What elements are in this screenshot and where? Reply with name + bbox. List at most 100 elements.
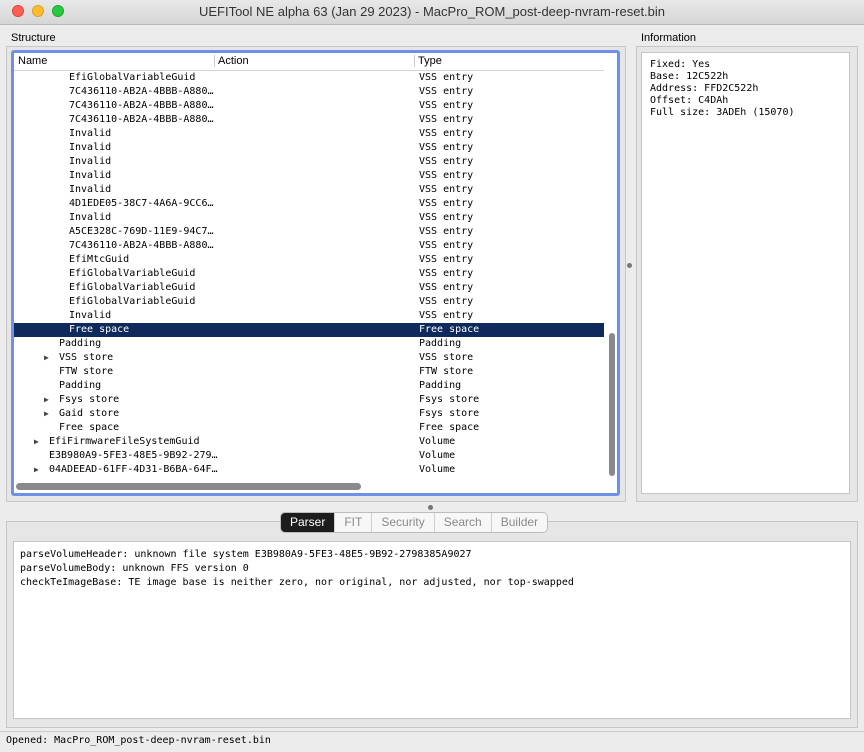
row-type: VSS entry [419, 240, 474, 251]
tree-row[interactable]: EfiMtcGuid VSS entry [14, 253, 604, 267]
structure-tree[interactable]: Name Action Type EfiGlobalVariableGuid VS… [11, 50, 620, 496]
tree-row-selected[interactable]: Free space Free space [14, 323, 604, 337]
tree-row[interactable]: 7C436110-AB2A-4BBB-A880… VSS entry [14, 113, 604, 127]
row-name: Fsys store [59, 394, 120, 405]
expand-arrow-icon[interactable]: ▶ [44, 351, 49, 365]
row-name: EfiGlobalVariableGuid [69, 72, 196, 83]
message-line[interactable]: parseVolumeBody: unknown FFS version 0 [20, 562, 574, 576]
row-type: VSS entry [419, 212, 474, 223]
tree-row[interactable]: 4D1EDE05-38C7-4A6A-9CC6… VSS entry [14, 197, 604, 211]
row-type: VSS entry [419, 310, 474, 321]
horizontal-scrollbar-thumb[interactable] [16, 483, 361, 490]
tab-builder[interactable]: Builder [490, 513, 547, 532]
row-name: Invalid [69, 310, 112, 321]
horizontal-splitter-handle[interactable] [428, 505, 433, 510]
column-header-type[interactable]: Type [418, 55, 442, 67]
vertical-splitter-handle[interactable] [627, 263, 632, 268]
tree-header: Name Action Type [14, 53, 604, 71]
tree-row[interactable]: FTW store FTW store [14, 365, 604, 379]
tree-row[interactable]: Invalid VSS entry [14, 155, 604, 169]
row-name: FTW store [59, 366, 114, 377]
tab-fit[interactable]: FIT [334, 513, 371, 532]
row-name: Invalid [69, 156, 112, 167]
expand-arrow-icon[interactable]: ▶ [44, 393, 49, 407]
title-bar: UEFITool NE alpha 63 (Jan 29 2023) - Mac… [0, 0, 864, 25]
row-name: Gaid store [59, 408, 120, 419]
row-type: VSS entry [419, 282, 474, 293]
parser-messages-list[interactable]: parseVolumeHeader: unknown file system E… [13, 541, 851, 719]
row-name: Invalid [69, 128, 112, 139]
messages: parseVolumeHeader: unknown file system E… [20, 548, 574, 590]
status-text: Opened: MacPro_ROM_post-deep-nvram-reset… [6, 735, 271, 746]
info-line: Base: 12C522h [650, 71, 729, 82]
message-tabs: Parser FIT Security Search Builder [280, 512, 549, 533]
row-type: VSS entry [419, 156, 474, 167]
tree-row[interactable]: Padding Padding [14, 337, 604, 351]
row-type: VSS entry [419, 296, 474, 307]
expand-arrow-icon[interactable]: ▶ [34, 435, 39, 449]
row-name: EfiFirmwareFileSystemGuid [49, 436, 200, 447]
tree-row[interactable]: 7C436110-AB2A-4BBB-A880… VSS entry [14, 239, 604, 253]
tree-row[interactable]: EfiGlobalVariableGuid VSS entry [14, 295, 604, 309]
tree-row[interactable]: 7C436110-AB2A-4BBB-A880… VSS entry [14, 99, 604, 113]
tree-row[interactable]: Invalid VSS entry [14, 309, 604, 323]
tree-row[interactable]: E3B980A9-5FE3-48E5-9B92-279… Volume [14, 449, 604, 463]
tab-search[interactable]: Search [433, 513, 491, 532]
tree-row[interactable]: EfiGlobalVariableGuid VSS entry [14, 281, 604, 295]
row-type: Fsys store [419, 394, 480, 405]
tab-parser[interactable]: Parser [281, 513, 335, 532]
expand-arrow-icon[interactable]: ▶ [44, 407, 49, 421]
tree-row[interactable]: A5CE328C-769D-11E9-94C7… VSS entry [14, 225, 604, 239]
tree-row[interactable]: EfiGlobalVariableGuid VSS entry [14, 71, 604, 85]
window-title: UEFITool NE alpha 63 (Jan 29 2023) - Mac… [198, 4, 666, 19]
vertical-scrollbar-thumb[interactable] [609, 333, 615, 476]
tree-row[interactable]: ▶ Gaid store Fsys store [14, 407, 604, 421]
tree-row[interactable]: Invalid VSS entry [14, 127, 604, 141]
row-type: VSS entry [419, 184, 474, 195]
tree-row[interactable]: Invalid VSS entry [14, 141, 604, 155]
row-type: Volume [419, 450, 456, 461]
row-name: Free space [59, 422, 120, 433]
row-name: Padding [59, 380, 102, 391]
row-name: EfiGlobalVariableGuid [69, 296, 196, 307]
tree-row[interactable]: Invalid VSS entry [14, 183, 604, 197]
row-name: 04ADEEAD-61FF-4D31-B6BA-64F… [49, 464, 218, 475]
row-type: Free space [419, 422, 480, 433]
status-bar: Opened: MacPro_ROM_post-deep-nvram-reset… [0, 731, 864, 752]
message-line[interactable]: parseVolumeHeader: unknown file system E… [20, 548, 574, 562]
tree-row[interactable]: ▶ Fsys store Fsys store [14, 393, 604, 407]
row-type: VSS entry [419, 142, 474, 153]
tree-row[interactable]: EfiGlobalVariableGuid VSS entry [14, 267, 604, 281]
row-type: VSS entry [419, 268, 474, 279]
info-line: Address: FFD2C522h [650, 83, 759, 94]
tree-row[interactable]: ▶ VSS store VSS store [14, 351, 604, 365]
row-type: VSS entry [419, 114, 474, 125]
row-type: FTW store [419, 366, 474, 377]
tree-row[interactable]: Padding Padding [14, 379, 604, 393]
tree-row[interactable]: Free space Free space [14, 421, 604, 435]
row-type: VSS store [419, 352, 474, 363]
expand-arrow-icon[interactable]: ▶ [34, 463, 39, 477]
row-type: Volume [419, 436, 456, 447]
tree-row[interactable]: Invalid VSS entry [14, 169, 604, 183]
message-line[interactable]: checkTeImageBase: TE image base is neith… [20, 576, 574, 590]
row-name: 7C436110-AB2A-4BBB-A880… [69, 240, 214, 251]
column-divider[interactable] [414, 55, 415, 67]
tree-row[interactable]: Invalid VSS entry [14, 211, 604, 225]
tree-row[interactable]: ▶ EfiFirmwareFileSystemGuid Volume [14, 435, 604, 449]
information-panel[interactable]: Fixed: Yes Base: 12C522h Address: FFD2C5… [641, 52, 850, 494]
row-name: EfiGlobalVariableGuid [69, 268, 196, 279]
row-name: E3B980A9-5FE3-48E5-9B92-279… [49, 450, 218, 461]
structure-label: Structure [11, 32, 56, 44]
info-line: Offset: C4DAh [650, 95, 729, 106]
tab-security[interactable]: Security [371, 513, 433, 532]
tree-row[interactable]: 7C436110-AB2A-4BBB-A880… VSS entry [14, 85, 604, 99]
column-header-name[interactable]: Name [18, 55, 47, 67]
column-header-action[interactable]: Action [218, 55, 249, 67]
row-type: Volume [419, 464, 456, 475]
row-type: Padding [419, 380, 462, 391]
row-type: VSS entry [419, 254, 474, 265]
column-divider[interactable] [214, 55, 215, 67]
row-name: Invalid [69, 170, 112, 181]
tree-row[interactable]: ▶ 04ADEEAD-61FF-4D31-B6BA-64F… Volume [14, 463, 604, 477]
